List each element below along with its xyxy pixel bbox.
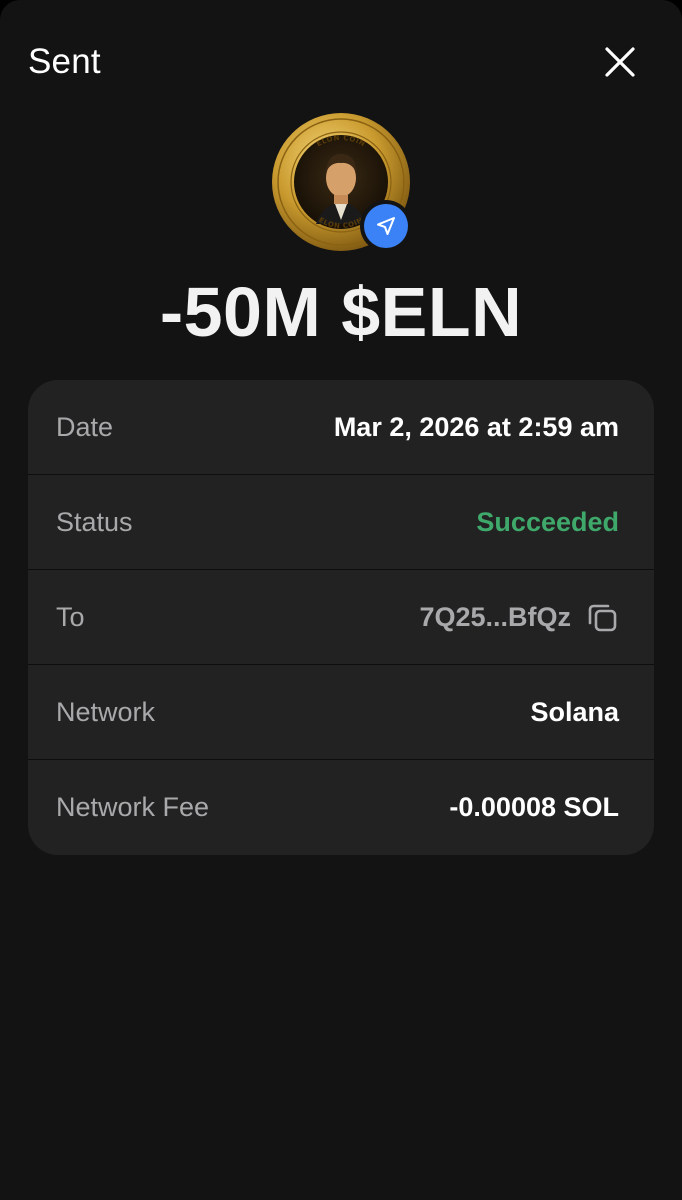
network-value: Solana xyxy=(530,696,619,727)
detail-row-to: To 7Q25...BfQz xyxy=(28,570,654,665)
paper-plane-icon xyxy=(377,217,395,235)
to-label: To xyxy=(56,601,85,632)
close-icon xyxy=(605,47,635,77)
detail-row-network-fee: Network Fee -0.00008 SOL xyxy=(28,760,654,854)
copy-address-button[interactable]: 7Q25...BfQz xyxy=(419,600,619,634)
detail-row-date: Date Mar 2, 2026 at 2:59 am xyxy=(28,380,654,475)
transaction-detail-sheet: Sent ELON COIN ELON COI -50M $ELN Date M… xyxy=(0,0,682,1200)
send-badge xyxy=(360,200,412,252)
detail-row-network: Network Solana xyxy=(28,665,654,760)
network-label: Network xyxy=(56,696,156,727)
status-label: Status xyxy=(56,506,133,537)
date-value: Mar 2, 2026 at 2:59 am xyxy=(333,411,619,442)
status-value: Succeeded xyxy=(476,506,619,537)
transaction-details-card: Date Mar 2, 2026 at 2:59 am Status Succe… xyxy=(28,380,654,855)
detail-row-status: Status Succeeded xyxy=(28,475,654,570)
page-title: Sent xyxy=(28,42,101,81)
copy-icon xyxy=(585,600,619,634)
network-fee-value: -0.00008 SOL xyxy=(449,791,619,822)
transaction-amount: -50M $ELN xyxy=(159,273,523,351)
date-label: Date xyxy=(56,411,114,442)
token-avatar: ELON COIN ELON COIN xyxy=(271,112,413,254)
network-fee-label: Network Fee xyxy=(56,791,210,822)
recipient-address: 7Q25...BfQz xyxy=(419,601,571,632)
close-button[interactable] xyxy=(602,44,638,80)
